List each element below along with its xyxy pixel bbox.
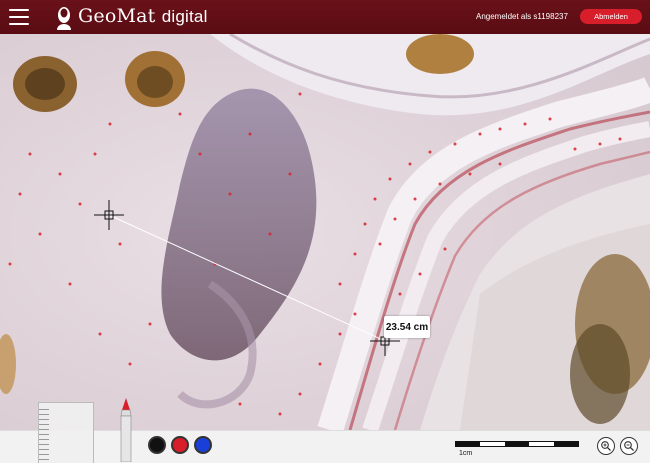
zoom-out-icon[interactable] xyxy=(620,437,638,455)
color-black-button[interactable] xyxy=(148,436,166,454)
ruler-icon[interactable] xyxy=(38,402,94,463)
hamburger-menu-icon[interactable] xyxy=(9,9,29,25)
pen-icon[interactable] xyxy=(116,398,136,462)
brand-title: GeoMat digital xyxy=(78,5,208,27)
color-blue-button[interactable] xyxy=(194,436,212,454)
top-bar: GeoMat digital Angemeldet als s1198237 A… xyxy=(0,0,650,34)
scale-bar xyxy=(455,441,579,447)
login-status: Angemeldet als s1198237 xyxy=(476,12,568,21)
color-red-button[interactable] xyxy=(171,436,189,454)
brand-sub: digital xyxy=(161,7,208,26)
measurement-label: 23.54 cm xyxy=(384,316,430,338)
logout-button[interactable]: Abmelden xyxy=(580,9,642,24)
brand-main: GeoMat xyxy=(78,5,156,27)
agate-specimen-image[interactable] xyxy=(0,34,650,430)
zoom-in-icon[interactable] xyxy=(597,437,615,455)
portrait-logo-icon xyxy=(57,7,71,30)
scale-label: 1cm xyxy=(459,450,473,457)
specimen-viewer[interactable] xyxy=(0,34,650,430)
